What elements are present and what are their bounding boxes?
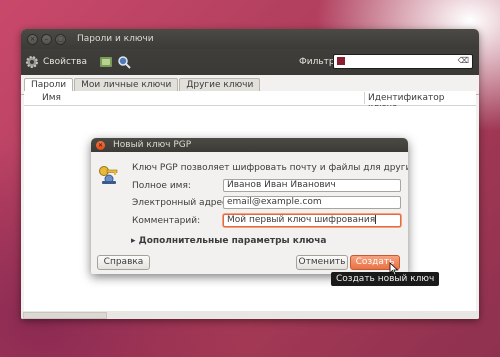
email-field[interactable]: email@example.com [223,196,401,209]
column-separator [364,92,365,104]
window-title: Пароли и ключи [77,34,154,44]
advanced-options-expander[interactable]: ▸ Дополнительные параметры ключа [131,236,327,246]
full-name-field[interactable]: Иванов Иван Иванович [223,179,401,192]
expander-arrow-icon: ▸ [131,236,136,246]
full-name-label: Полное имя: [132,181,191,191]
column-name[interactable]: Имя [42,93,61,103]
expander-label: Дополнительные параметры ключа [138,236,327,246]
minimize-window-button[interactable]: – [41,33,52,45]
status-bar [21,311,479,319]
dialog-titlebar: ✕ Новый ключ PGP [91,138,408,152]
comment-value: Мой первый ключ шифрования [227,215,376,225]
comment-label: Комментарий: [132,216,201,226]
filter-input[interactable]: ⌫ [333,54,473,69]
comment-field[interactable]: Мой первый ключ шифрования [223,214,401,227]
keys-icon [97,165,121,185]
horizontal-scrollbar[interactable] [23,312,107,319]
dialog-description: Ключ PGP позволяет шифровать почту и фай… [132,163,408,173]
properties-button[interactable]: Свойства [43,57,87,67]
mouse-cursor-icon [389,262,399,279]
keyring-icon[interactable] [99,55,113,69]
close-window-button[interactable]: × [27,33,38,45]
create-tooltip: Создать новый ключ [331,272,440,286]
email-value: email@example.com [227,197,322,207]
maximize-window-button[interactable]: □ [55,33,66,45]
help-button[interactable]: Справка [97,255,150,270]
new-pgp-key-dialog: ✕ Новый ключ PGP Ключ PGP позволяет шифр… [91,138,408,274]
titlebar: × – □ Пароли и ключи [21,29,479,49]
text-caret [375,215,377,224]
gear-icon[interactable] [25,55,39,69]
clear-filter-icon[interactable]: ⌫ [458,56,469,65]
cancel-button[interactable]: Отменить [296,255,348,270]
dialog-title: Новый ключ PGP [113,140,192,150]
full-name-value: Иванов Иван Иванович [227,180,336,190]
filter-type-icon[interactable] [337,57,345,65]
close-icon[interactable]: ✕ [96,140,105,150]
email-label: Электронный адрес: [132,198,231,208]
list-header: Имя Идентификатор ключа [24,91,476,113]
filter-label: Фильтр: [299,57,338,67]
search-icon[interactable] [117,55,131,69]
toolbar: Свойства Фильтр: ⌫ [21,49,479,75]
